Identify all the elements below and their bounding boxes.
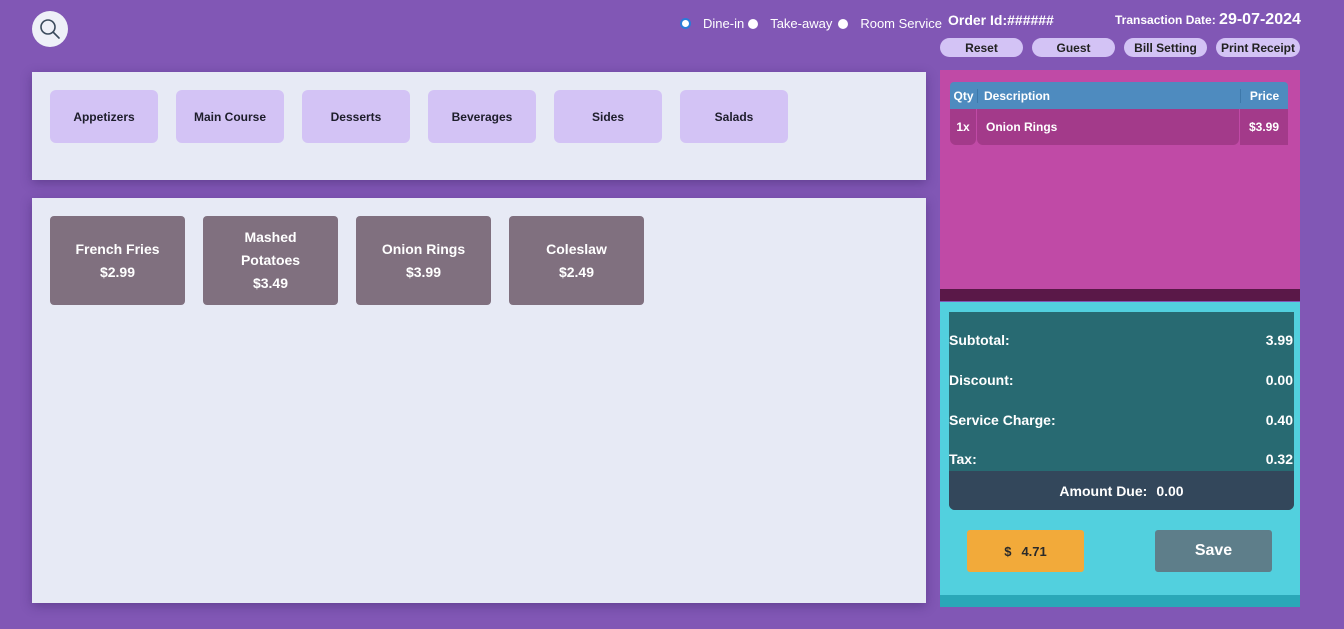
discount-value: 0.00 bbox=[1265, 372, 1293, 388]
dine-in-radio[interactable] bbox=[680, 18, 691, 29]
item-name: French Fries bbox=[75, 240, 160, 257]
room-service-label: Room Service bbox=[860, 16, 942, 31]
order-panel: Qty Description Price 1x Onion Rings $3.… bbox=[940, 70, 1300, 301]
service-charge-label: Service Charge: bbox=[949, 412, 1056, 428]
category-panel: Appetizers Main Course Desserts Beverage… bbox=[32, 72, 926, 180]
category-salads[interactable]: Salads bbox=[680, 90, 788, 143]
item-price: $2.49 bbox=[558, 263, 595, 280]
transaction-date-value: 29-07-2024 bbox=[1219, 11, 1301, 28]
row-qty: 1x bbox=[950, 109, 976, 145]
save-button[interactable]: Save bbox=[1155, 530, 1272, 572]
order-panel-footer bbox=[940, 289, 1300, 301]
order-type-dine-in[interactable]: Dine-in bbox=[680, 16, 744, 31]
print-receipt-button[interactable]: Print Receipt bbox=[1216, 38, 1300, 57]
totals-panel: Subtotal: 3.99 Discount: 0.00 Service Ch… bbox=[940, 302, 1300, 607]
row-description: Onion Rings bbox=[977, 109, 1239, 145]
subtotal-row: Subtotal: 3.99 bbox=[949, 332, 1293, 348]
category-beverages[interactable]: Beverages bbox=[428, 90, 536, 143]
menu-items-panel: French Fries $2.99 Mashed Potatoes $3.49… bbox=[32, 198, 926, 603]
order-type-room-service[interactable]: Room Service bbox=[838, 16, 942, 31]
table-row[interactable]: 1x Onion Rings $3.99 bbox=[950, 109, 1288, 145]
tax-row: Tax: 0.32 bbox=[949, 451, 1293, 467]
category-sides[interactable]: Sides bbox=[554, 90, 662, 143]
service-charge-row: Service Charge: 0.40 bbox=[949, 412, 1293, 428]
category-desserts[interactable]: Desserts bbox=[302, 90, 410, 143]
order-type-selector: Dine-in Take-away Room Service bbox=[680, 16, 950, 31]
order-table: Qty Description Price 1x Onion Rings $3.… bbox=[950, 82, 1288, 145]
menu-item-french-fries[interactable]: French Fries $2.99 bbox=[50, 216, 185, 305]
guest-button[interactable]: Guest bbox=[1032, 38, 1115, 57]
description-header: Description bbox=[977, 88, 1240, 103]
currency-symbol: $ bbox=[1004, 543, 1012, 559]
menu-item-mashed-potatoes[interactable]: Mashed Potatoes $3.49 bbox=[203, 216, 338, 305]
tax-value: 0.32 bbox=[1265, 451, 1293, 467]
top-button-bar: Reset Guest Bill Setting Print Receipt bbox=[940, 38, 1300, 57]
search-icon bbox=[40, 19, 60, 39]
amount-due-bar: Amount Due: 0.00 bbox=[949, 471, 1294, 510]
amount-due-label: Amount Due: bbox=[1059, 482, 1148, 499]
item-price: $3.99 bbox=[405, 263, 442, 280]
take-away-radio[interactable] bbox=[748, 18, 759, 29]
subtotal-value: 3.99 bbox=[1265, 332, 1293, 348]
order-id: Order Id:###### bbox=[948, 12, 1054, 28]
subtotal-label: Subtotal: bbox=[949, 332, 1010, 348]
price-header: Price bbox=[1240, 88, 1288, 103]
item-name: Coleslaw bbox=[546, 240, 607, 257]
bill-setting-button[interactable]: Bill Setting bbox=[1124, 38, 1207, 57]
category-main-course[interactable]: Main Course bbox=[176, 90, 284, 143]
reset-button[interactable]: Reset bbox=[940, 38, 1023, 57]
discount-row: Discount: 0.00 bbox=[949, 372, 1293, 388]
transaction-date-label: Transaction Date: bbox=[1115, 13, 1216, 27]
room-service-radio[interactable] bbox=[838, 18, 849, 29]
search-button[interactable] bbox=[32, 11, 68, 47]
totals-panel-footer bbox=[940, 595, 1300, 607]
qty-header: Qty bbox=[953, 88, 974, 103]
discount-label: Discount: bbox=[949, 372, 1014, 388]
item-price: $3.49 bbox=[252, 275, 289, 291]
totals-box: Subtotal: 3.99 Discount: 0.00 Service Ch… bbox=[949, 312, 1294, 510]
item-price: $2.99 bbox=[99, 263, 136, 280]
take-away-label: Take-away bbox=[770, 16, 833, 31]
order-type-take-away[interactable]: Take-away bbox=[748, 16, 832, 31]
pay-amount: 4.71 bbox=[1021, 543, 1047, 559]
service-charge-value: 0.40 bbox=[1265, 412, 1293, 428]
transaction-date: Transaction Date: 29-07-2024 bbox=[1115, 11, 1301, 29]
pay-button[interactable]: $ 4.71 bbox=[967, 530, 1084, 572]
order-table-header: Qty Description Price bbox=[950, 82, 1288, 109]
row-price: $3.99 bbox=[1240, 109, 1288, 145]
tax-label: Tax: bbox=[949, 451, 977, 467]
menu-item-coleslaw[interactable]: Coleslaw $2.49 bbox=[509, 216, 644, 305]
dine-in-label: Dine-in bbox=[703, 16, 745, 31]
menu-item-onion-rings[interactable]: Onion Rings $3.99 bbox=[356, 216, 491, 305]
category-appetizers[interactable]: Appetizers bbox=[50, 90, 158, 143]
item-name: Mashed Potatoes bbox=[240, 229, 301, 268]
amount-due-value: 0.00 bbox=[1156, 482, 1184, 499]
item-name: Onion Rings bbox=[381, 240, 466, 257]
